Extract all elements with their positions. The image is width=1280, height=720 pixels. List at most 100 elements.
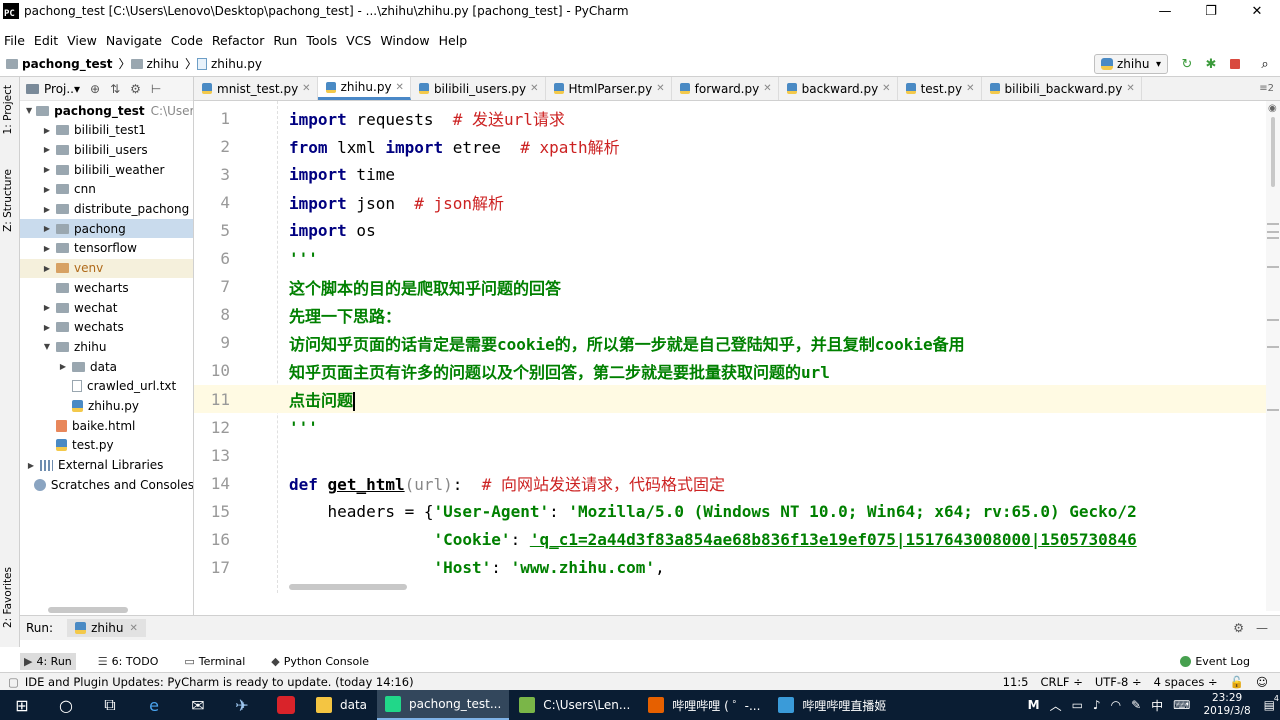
code-line[interactable]: 16 'Cookie': 'q_c1=2a44d3f83a854ae68b836… [194, 526, 1266, 554]
close-icon[interactable]: ✕ [396, 82, 404, 93]
code-line[interactable]: 1 import requests # 发送url请求 [194, 104, 1266, 132]
code-text[interactable]: import os [289, 221, 376, 240]
marker[interactable] [1267, 223, 1279, 225]
rerun-icon[interactable]: ↻ [1178, 55, 1196, 73]
ime-indicator[interactable]: 中 [1151, 697, 1163, 714]
editor-tab[interactable]: forward.py ✕ [672, 77, 779, 100]
structure-tool-tab[interactable]: Z: Structure [2, 169, 14, 232]
status-panel-icon[interactable]: ▢ [8, 675, 19, 689]
favorites-tool-tab[interactable]: 2: Favorites [2, 567, 14, 628]
status-message[interactable]: IDE and Plugin Updates: PyCharm is ready… [25, 675, 414, 689]
code-line[interactable]: 12 ''' [194, 413, 1266, 441]
tree-item[interactable]: ▶ wechats [20, 318, 193, 337]
todo-tool-button[interactable]: ☰ 6: TODO [94, 653, 163, 670]
code-text[interactable]: from lxml import etree # xpath解析 [289, 134, 620, 158]
chevron-down-icon[interactable]: ▼ [26, 106, 32, 115]
close-icon[interactable]: ✕ [966, 83, 974, 94]
breadcrumb-project[interactable]: pachong_test [6, 57, 112, 71]
editor-tab[interactable]: zhihu.py ✕ [317, 77, 411, 100]
code-line[interactable]: 9 访问知乎页面的话肯定是需要cookie的，所以第一步就是自己登陆知乎，并且复制… [194, 329, 1266, 357]
inspection-eye-icon[interactable]: ◉ [1268, 103, 1277, 114]
chevron-right-icon[interactable]: ▶ [42, 303, 52, 312]
breadcrumb-file[interactable]: zhihu.py [196, 57, 262, 71]
tree-item[interactable]: ▶ venv [20, 258, 193, 278]
code-text[interactable]: import json # json解析 [289, 190, 504, 214]
code-text[interactable]: import requests # 发送url请求 [289, 106, 565, 130]
mail-icon[interactable]: ✉ [176, 690, 220, 720]
tree-item[interactable]: ▶ bilibili_test1 [20, 121, 193, 140]
code-line[interactable]: 17 'Host': 'www.zhihu.com', [194, 554, 1266, 582]
chevron-right-icon[interactable]: ▶ [58, 362, 68, 371]
breadcrumb-folder[interactable]: zhihu [130, 57, 179, 71]
tree-item[interactable]: ▼ zhihu [20, 337, 193, 356]
chevron-up-icon[interactable]: ︿ [1050, 697, 1062, 714]
chevron-right-icon[interactable]: ▶ [42, 145, 52, 154]
menu-view[interactable]: View [67, 33, 97, 48]
chevron-right-icon[interactable]: ▶ [42, 165, 52, 174]
ime-settings-icon[interactable]: ⌨ [1173, 698, 1190, 712]
hide-icon[interactable]: ⊢ [151, 82, 161, 96]
hector-icon[interactable]: ☺ [1256, 675, 1268, 689]
marker[interactable] [1267, 266, 1279, 268]
close-icon[interactable]: ✕ [763, 83, 771, 94]
code-text[interactable]: ''' [289, 249, 318, 268]
editor-marker-strip[interactable]: ◉ [1266, 101, 1280, 611]
wifi-icon[interactable]: ◠ [1111, 698, 1121, 712]
code-line[interactable]: 11 点击问题 [194, 385, 1266, 413]
locate-icon[interactable]: ⊕ [90, 82, 100, 96]
gear-icon[interactable]: ⚙ [130, 82, 141, 96]
close-icon[interactable]: ✕ [1126, 83, 1134, 94]
chevron-right-icon[interactable]: ▶ [42, 185, 52, 194]
chevron-right-icon[interactable]: ▶ [42, 264, 52, 273]
encoding-select[interactable]: UTF-8 ÷ [1095, 675, 1142, 689]
taskbar-app[interactable]: 哔哩哔哩直播姬 [770, 690, 894, 720]
chevron-right-icon[interactable]: ▶ [42, 205, 52, 214]
python-console-tool-button[interactable]: ◆ Python Console [267, 653, 373, 670]
chevron-right-icon[interactable]: ▶ [42, 126, 52, 135]
editor-tab[interactable]: mnist_test.py ✕ [194, 77, 318, 100]
tree-item[interactable]: ▼ pachong_test C:\Users\L [20, 101, 193, 120]
code-line[interactable]: 5 import os [194, 216, 1266, 244]
minimize-button[interactable]: — [1142, 0, 1188, 22]
marker[interactable] [1267, 231, 1279, 233]
code-text[interactable]: ''' [289, 418, 318, 437]
task-view-icon[interactable]: ⧉ [88, 690, 132, 720]
tree-item[interactable]: ▶ bilibili_weather [20, 160, 193, 179]
youdao-icon[interactable] [264, 690, 308, 720]
close-icon[interactable]: ✕ [656, 83, 664, 94]
code-text[interactable]: 先理一下思路： [289, 303, 401, 327]
lock-icon[interactable]: 🔓 [1230, 675, 1244, 689]
code-line[interactable]: 6 ''' [194, 245, 1266, 273]
tree-item[interactable]: ▶ bilibili_users [20, 140, 193, 159]
tree-item[interactable]: ▶ wechat [20, 298, 193, 317]
code-text[interactable]: 'Host': 'www.zhihu.com', [289, 558, 665, 577]
menu-code[interactable]: Code [171, 33, 203, 48]
debug-icon[interactable]: ✱ [1202, 55, 1220, 73]
code-text[interactable]: 'Cookie': 'q_c1=2a44d3f83a854ae68b836f13… [289, 530, 1137, 549]
code-line[interactable]: 8 先理一下思路： [194, 301, 1266, 329]
stop-icon[interactable] [1226, 55, 1244, 73]
collapse-icon[interactable]: ⇅ [110, 82, 120, 96]
menu-help[interactable]: Help [439, 33, 468, 48]
marker[interactable] [1267, 237, 1279, 239]
run-configuration-select[interactable]: zhihu ▾ [1094, 54, 1168, 74]
code-text[interactable]: 访问知乎页面的话肯定是需要cookie的，所以第一步就是自己登陆知乎，并且复制c… [289, 331, 965, 355]
minimize-panel-icon[interactable]: — [1256, 621, 1268, 635]
taskbar-app[interactable]: pachong_test... [377, 690, 510, 720]
tree-item[interactable]: ▶ distribute_pachong [20, 200, 193, 219]
maximize-button[interactable]: ❐ [1188, 0, 1234, 22]
close-button[interactable]: ✕ [1234, 0, 1280, 22]
tree-item[interactable]: baike.html [20, 416, 193, 435]
code-line[interactable]: 7 这个脚本的目的是爬取知乎问题的回答 [194, 273, 1266, 301]
code-text[interactable]: 知乎页面主页有许多的问题以及个别回答，第二步就是要批量获取问题的url [289, 359, 830, 383]
event-log-button[interactable]: Event Log [1180, 655, 1250, 668]
menu-refactor[interactable]: Refactor [212, 33, 264, 48]
tree-item[interactable]: Scratches and Consoles [20, 475, 193, 494]
editor-horizontal-scrollbar[interactable] [289, 584, 407, 590]
tree-item[interactable]: zhihu.py [20, 397, 193, 416]
tree-item[interactable]: wecharts [20, 278, 193, 297]
run-tab-zhihu[interactable]: zhihu ✕ [67, 619, 146, 637]
tree-item[interactable]: test.py [20, 436, 193, 455]
editor-tab[interactable]: HtmlParser.py ✕ [546, 77, 672, 100]
chevron-right-icon[interactable]: ▶ [26, 461, 36, 470]
